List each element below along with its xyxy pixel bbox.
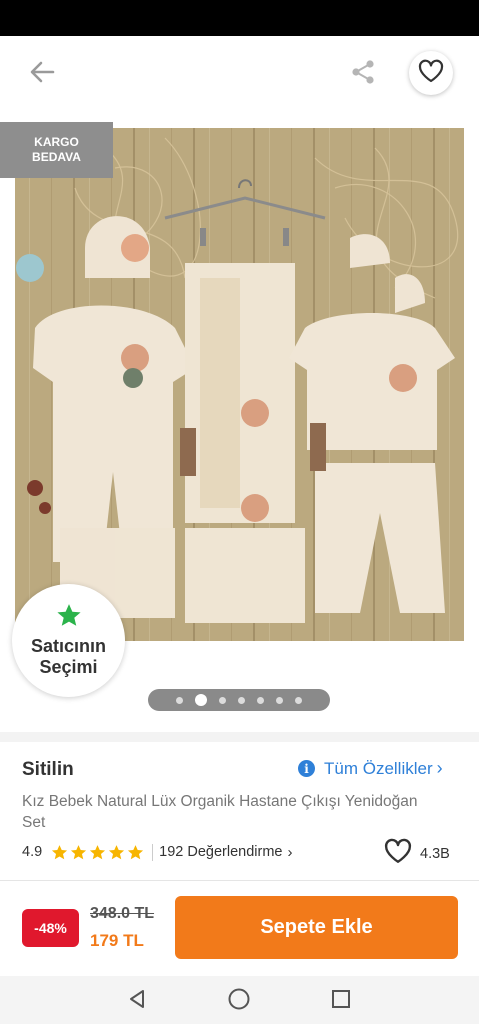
system-back-button[interactable] — [120, 984, 154, 1018]
star-icon — [56, 603, 82, 633]
pager-dot[interactable] — [176, 696, 183, 704]
pager-dot[interactable] — [195, 694, 207, 706]
triangle-back-icon — [126, 988, 148, 1015]
square-recents-icon — [330, 988, 352, 1015]
share-icon — [349, 58, 377, 91]
reviews-label: 192 Değerlendirme — [159, 844, 283, 860]
system-home-button[interactable] — [222, 984, 256, 1018]
heart-outline-icon — [418, 59, 444, 88]
old-price: 348.0 TL — [90, 905, 155, 922]
rating-score: 4.9 — [22, 844, 43, 860]
rating-stars — [51, 844, 144, 861]
free-shipping-badge-line1: KARGO — [34, 135, 79, 149]
pager-dot[interactable] — [276, 696, 283, 704]
chevron-right-icon: › — [436, 758, 443, 778]
seller-choice-line2: Seçimi — [39, 657, 98, 677]
free-shipping-badge: KARGO BEDAVA — [0, 122, 113, 178]
all-features-link[interactable]: i Tüm Özellikler › — [298, 758, 443, 779]
arrow-left-icon — [29, 61, 55, 88]
seller-choice-line1: Satıcının — [30, 636, 106, 656]
top-app-bar — [0, 36, 479, 112]
share-button[interactable] — [343, 54, 383, 94]
pager-dot[interactable] — [238, 696, 245, 704]
product-name: Kız Bebek Natural Lüx Organik Hastane Çı… — [22, 793, 418, 831]
favorite-button[interactable] — [409, 51, 453, 95]
chevron-right-icon: › — [287, 843, 293, 861]
status-bar — [0, 0, 479, 36]
pager-dot[interactable] — [219, 696, 226, 704]
free-shipping-badge-line2: BEDAVA — [32, 150, 81, 164]
purchase-bar: -48% 348.0 TL 179 TL Sepete Ekle — [0, 880, 479, 976]
system-recents-button[interactable] — [324, 984, 358, 1018]
new-price: 179 TL — [90, 931, 144, 950]
all-features-label: Tüm Özellikler — [324, 758, 433, 778]
star-icon — [128, 844, 144, 859]
add-to-cart-button[interactable]: Sepete Ekle — [175, 896, 458, 959]
discount-badge: -48% — [22, 909, 79, 947]
product-info: Sitilin i Tüm Özellikler › Kız Bebek Nat… — [0, 742, 479, 880]
gallery-pager — [148, 689, 330, 711]
brand-name[interactable]: Sitilin — [22, 759, 74, 781]
star-icon — [52, 844, 68, 859]
star-icon — [90, 844, 106, 859]
favorite-count-label: 4.3B — [420, 845, 450, 862]
favorite-count[interactable]: 4.3B — [384, 838, 450, 869]
reviews-link[interactable]: 192 Değerlendirme › — [152, 843, 293, 861]
pager-dot[interactable] — [295, 696, 302, 704]
back-button[interactable] — [22, 56, 62, 92]
circle-home-icon — [227, 987, 251, 1016]
pager-dot[interactable] — [257, 696, 264, 704]
section-divider — [0, 732, 479, 742]
heart-outline-icon — [384, 838, 412, 869]
seller-choice-badge: Satıcının Seçimi — [12, 584, 125, 697]
info-icon: i — [298, 760, 315, 777]
rating-row: 4.9 192 Değerlendirme › — [22, 842, 293, 862]
product-image[interactable] — [15, 128, 464, 641]
product-gallery[interactable]: KARGO BEDAVA Satıcının Seçimi — [0, 112, 479, 732]
star-icon — [109, 844, 125, 859]
star-icon — [71, 844, 87, 859]
system-navigation-bar — [0, 976, 479, 1024]
